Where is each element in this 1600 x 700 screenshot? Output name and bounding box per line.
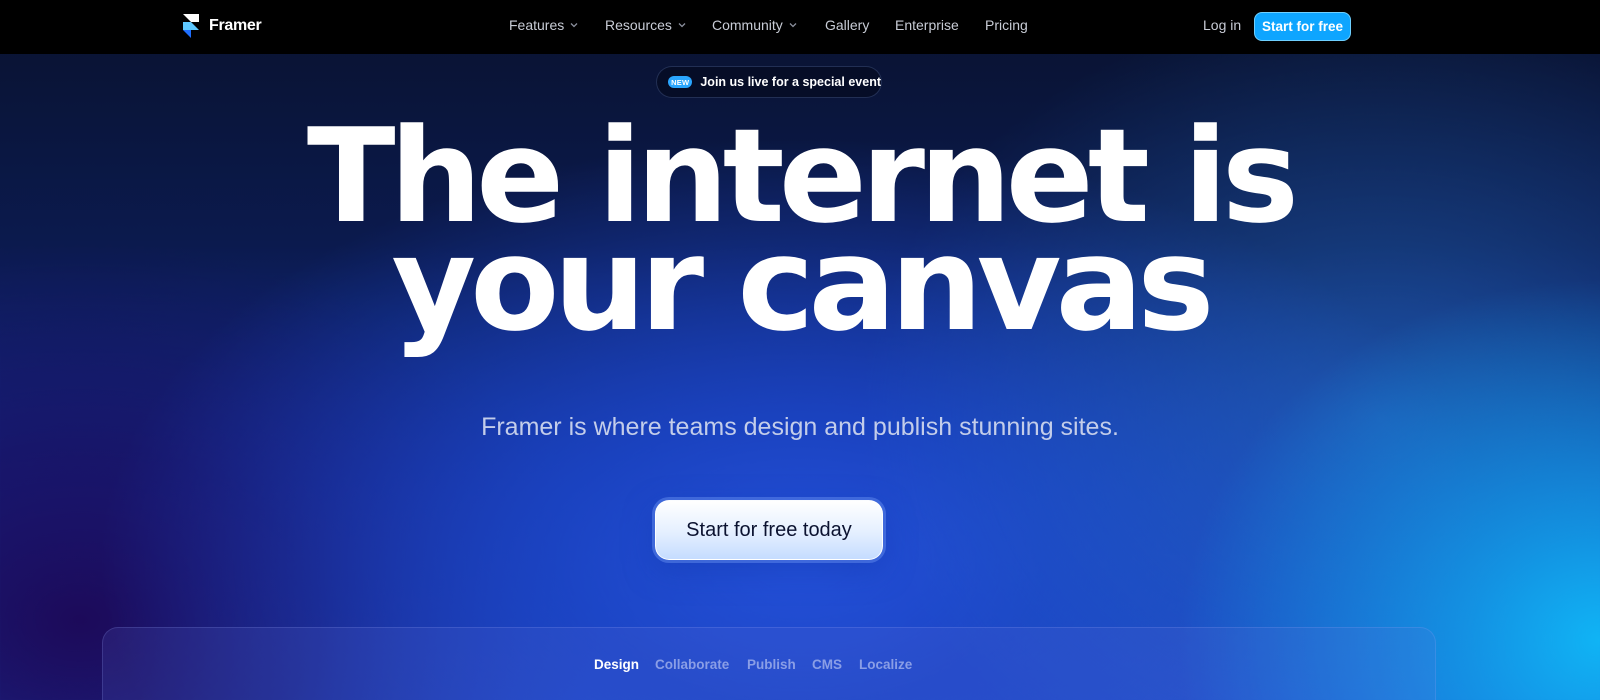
- tab-publish[interactable]: Publish: [747, 657, 796, 672]
- chevron-down-icon: [678, 23, 686, 28]
- nav-item-label: Enterprise: [895, 17, 959, 33]
- nav-item-features[interactable]: Features: [509, 17, 578, 33]
- nav-item-resources[interactable]: Resources: [605, 17, 686, 33]
- nav-item-label: Community: [712, 17, 783, 33]
- chevron-down-icon: [789, 23, 797, 28]
- nav-item-label: Pricing: [985, 17, 1028, 33]
- chevron-down-icon: [570, 23, 578, 28]
- hero-title-line-2: your canvas: [391, 208, 1214, 360]
- top-nav: Framer Features Resources Community Gall…: [0, 0, 1600, 54]
- announcement-text: Join us live for a special event: [700, 75, 881, 89]
- hero-subtitle: Framer is where teams design and publish…: [481, 413, 1119, 441]
- nav-item-label: Gallery: [825, 17, 870, 33]
- nav-item-gallery[interactable]: Gallery: [825, 17, 869, 33]
- nav-menu: Features Resources Community Gallery Ent…: [0, 17, 1600, 37]
- nav-item-label: Resources: [605, 17, 672, 33]
- nav-item-pricing[interactable]: Pricing: [985, 17, 1028, 33]
- tab-localize[interactable]: Localize: [859, 657, 912, 672]
- feature-tabs: Design Collaborate Publish CMS Localize: [0, 657, 1600, 677]
- hero-title: The internet is your canvas: [300, 111, 1300, 360]
- nav-item-label: Features: [509, 17, 565, 33]
- tab-design[interactable]: Design: [594, 657, 639, 672]
- nav-item-community[interactable]: Community: [712, 17, 797, 33]
- start-for-free-button[interactable]: Start for free: [1254, 12, 1351, 41]
- nav-item-enterprise[interactable]: Enterprise: [895, 17, 959, 33]
- start-for-free-today-button[interactable]: Start for free today: [655, 500, 883, 560]
- tab-collaborate[interactable]: Collaborate: [655, 657, 729, 672]
- announcement-pill[interactable]: NEW Join us live for a special event: [656, 66, 882, 98]
- login-link[interactable]: Log in: [1203, 17, 1241, 33]
- new-badge: NEW: [668, 76, 693, 88]
- tab-cms[interactable]: CMS: [812, 657, 842, 672]
